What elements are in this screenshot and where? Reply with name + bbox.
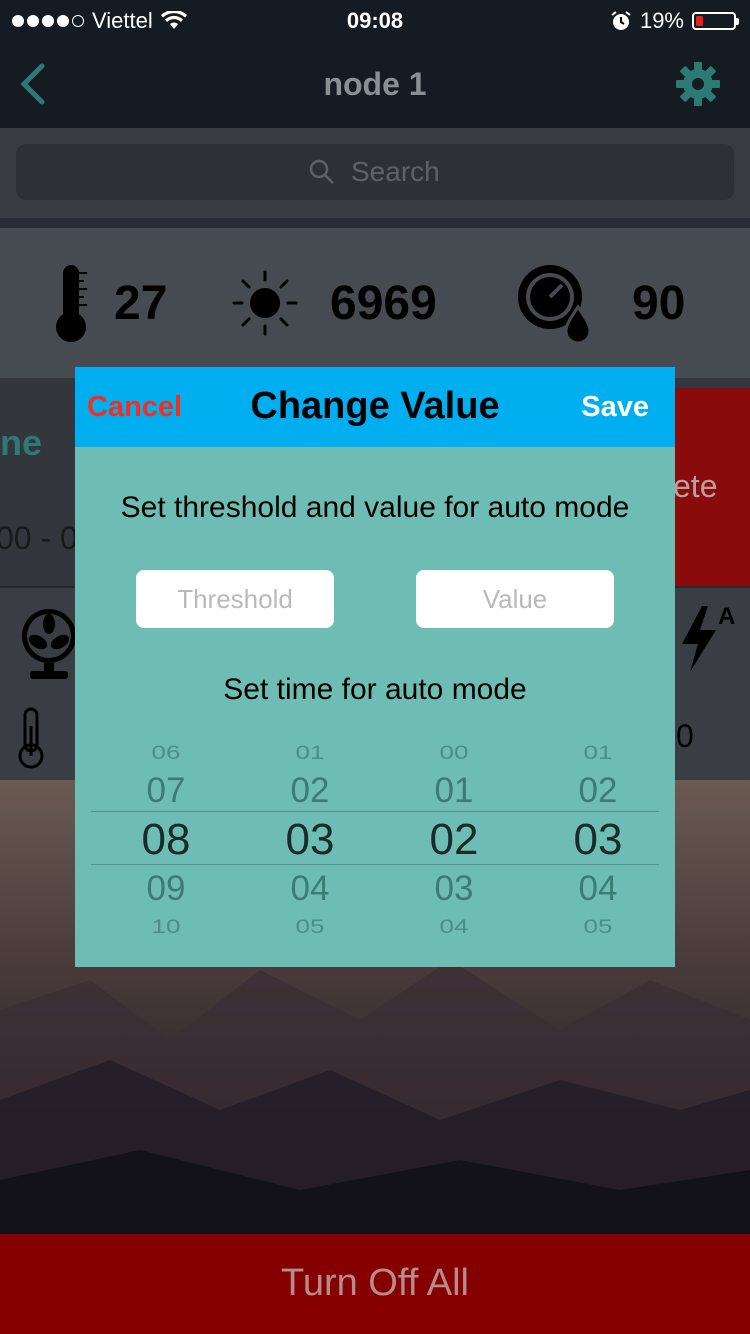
humidity-gauge-icon — [518, 265, 592, 345]
picker-row[interactable]: 06 — [95, 741, 237, 764]
device-name-partial: ne — [0, 422, 43, 463]
picker-row[interactable]: 04 — [527, 869, 659, 909]
sensor-humidity: 90 — [514, 228, 685, 378]
picker-row[interactable]: 02 — [239, 771, 381, 811]
search-input[interactable]: Search — [16, 144, 734, 200]
search-placeholder: Search — [351, 156, 440, 187]
save-button[interactable]: Save — [581, 391, 649, 424]
change-value-dialog: Cancel Change Value Save Set threshold a… — [75, 367, 675, 967]
picker-row[interactable]: 01 — [527, 741, 659, 764]
picker-row[interactable]: 01 — [239, 741, 381, 764]
search-icon — [309, 159, 334, 184]
picker-row[interactable]: 05 — [527, 915, 659, 938]
picker-row[interactable]: 09 — [95, 869, 237, 909]
page-title: node 1 — [323, 66, 427, 102]
sun-icon — [232, 270, 298, 336]
dialog-header: Cancel Change Value Save — [75, 367, 675, 447]
delete-action-label: ete — [673, 468, 718, 504]
delete-action[interactable]: ete — [673, 388, 750, 588]
value-input[interactable] — [416, 570, 614, 628]
nav-bar: node 1 — [0, 40, 750, 128]
device-time-partial: 00 - 0 — [0, 520, 78, 556]
picker-row[interactable]: 04 — [383, 915, 525, 938]
thermometer-icon — [56, 265, 87, 342]
sensor-light: 6969 — [230, 228, 437, 378]
gear-icon[interactable] — [674, 60, 722, 108]
time-instruction: Set time for auto mode — [223, 673, 527, 706]
light-value: 6969 — [330, 276, 437, 330]
picker-row[interactable]: 07 — [95, 771, 237, 811]
thermometer-outline-icon — [18, 707, 44, 769]
picker-row[interactable]: 03 — [383, 869, 525, 909]
device-value-partial: 0 — [676, 718, 694, 754]
battery-percent: 19% — [639, 8, 684, 33]
alarm-icon — [611, 11, 631, 30]
picker-row[interactable]: 01 — [383, 771, 525, 811]
turn-off-all-button[interactable]: Turn Off All — [0, 1234, 750, 1334]
svg-text:A: A — [718, 603, 735, 630]
status-bar: Viettel 09:08 19% — [0, 0, 750, 40]
search-bar-container: Search — [0, 128, 750, 218]
picker-column-2[interactable]: 01 02 03 04 05 — [239, 727, 381, 942]
picker-row[interactable]: 10 — [95, 915, 237, 938]
picker-row[interactable]: 02 — [527, 771, 659, 811]
sensor-temperature: 27 — [48, 228, 167, 378]
threshold-instruction: Set threshold and value for auto mode — [120, 491, 630, 524]
picker-row[interactable]: 00 — [383, 741, 525, 764]
time-picker[interactable]: 06 07 08 09 10 01 02 03 04 05 00 01 02 0… — [91, 727, 659, 942]
picker-column-4[interactable]: 01 02 03 04 05 — [527, 727, 659, 942]
battery-icon — [692, 12, 739, 30]
picker-row-selected[interactable]: 03 — [239, 815, 381, 865]
turn-off-all-label: Turn Off All — [281, 1262, 469, 1304]
threshold-input[interactable] — [136, 570, 334, 628]
picker-row-selected[interactable]: 03 — [527, 815, 659, 865]
picker-row-selected[interactable]: 02 — [383, 815, 525, 865]
temperature-value: 27 — [114, 276, 168, 330]
fan-icon — [22, 609, 76, 679]
sensor-summary: 27 6969 90 — [0, 228, 750, 378]
lightning-icon: A — [682, 603, 735, 672]
picker-row-selected[interactable]: 08 — [95, 815, 237, 865]
picker-row[interactable]: 04 — [239, 869, 381, 909]
picker-row[interactable]: 05 — [239, 915, 381, 938]
picker-column-3[interactable]: 00 01 02 03 04 — [383, 727, 525, 942]
humidity-value: 90 — [632, 276, 686, 330]
picker-column-1[interactable]: 06 07 08 09 10 — [95, 727, 237, 942]
